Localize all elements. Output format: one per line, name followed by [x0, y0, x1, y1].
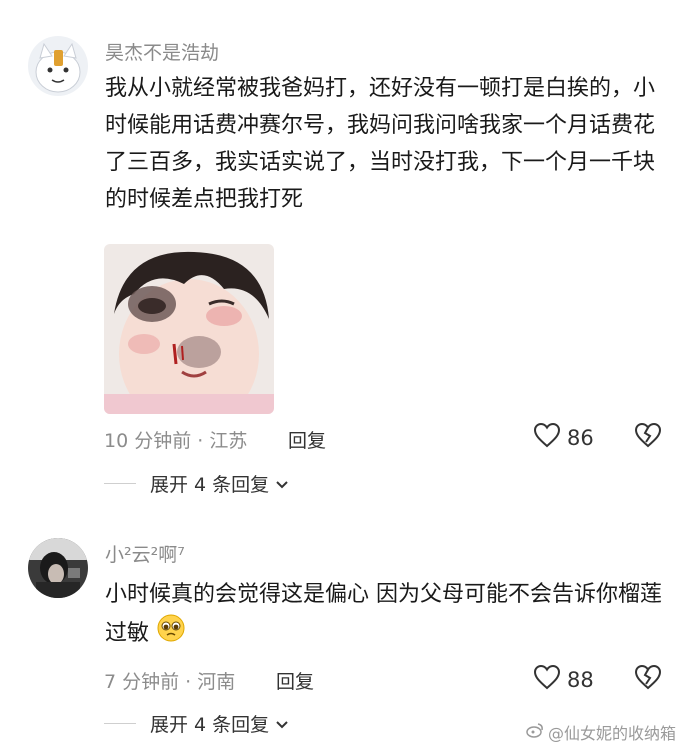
weibo-logo-icon	[526, 722, 544, 742]
like-button[interactable]: 86	[533, 422, 594, 453]
time-location: 10 分钟前 · 江苏	[104, 430, 248, 452]
comment-2: 小²云²啊⁷ 小时候真的会觉得这是偏心 因为父母可能不会告诉你榴莲过敏 7 分钟…	[0, 510, 690, 754]
comment-text: 我从小就经常被我爸妈打，还好没有一顿打是白挨的，小时候能用话费冲赛尔号，我妈问我…	[105, 76, 656, 212]
username[interactable]: 昊杰不是浩劫	[105, 38, 219, 65]
reply-button[interactable]: 回复	[276, 667, 314, 694]
expand-label: 展开 4 条回复	[150, 474, 270, 496]
expand-replies[interactable]: 展开 4 条回复	[104, 710, 289, 737]
divider-line	[104, 722, 136, 725]
sticker-image[interactable]	[104, 244, 274, 414]
like-count: 86	[567, 425, 594, 450]
username[interactable]: 小²云²啊⁷	[105, 540, 185, 567]
broken-heart-icon	[634, 422, 662, 452]
watermark-text: @仙女妮的收纳箱	[547, 724, 676, 743]
watermark: @仙女妮的收纳箱	[526, 720, 676, 744]
like-button[interactable]: 88	[533, 664, 594, 695]
divider-line	[104, 482, 136, 485]
expand-label: 展开 4 条回复	[150, 714, 270, 736]
like-count: 88	[567, 667, 594, 692]
time-location: 7 分钟前 · 河南	[104, 671, 236, 693]
heart-outline-icon	[533, 422, 561, 453]
dislike-button[interactable]	[634, 422, 662, 452]
dislike-button[interactable]	[634, 664, 662, 694]
avatar[interactable]	[28, 36, 88, 96]
broken-heart-icon	[634, 664, 662, 694]
heart-outline-icon	[533, 664, 561, 695]
comment-1: 昊杰不是浩劫 我从小就经常被我爸妈打，还好没有一顿打是白挨的，小时候能用话费冲赛…	[0, 0, 690, 510]
avatar[interactable]	[28, 538, 88, 598]
pleading-face-emoji	[156, 613, 186, 655]
comment-text: 小时候真的会觉得这是偏心 因为父母可能不会告诉你榴莲过敏	[105, 576, 665, 655]
chevron-down-icon	[275, 473, 289, 495]
reply-button[interactable]: 回复	[288, 426, 326, 453]
chevron-down-icon	[275, 713, 289, 735]
expand-replies[interactable]: 展开 4 条回复	[104, 470, 289, 497]
comment-text-content: 小时候真的会觉得这是偏心 因为父母可能不会告诉你榴莲过敏	[105, 582, 662, 646]
